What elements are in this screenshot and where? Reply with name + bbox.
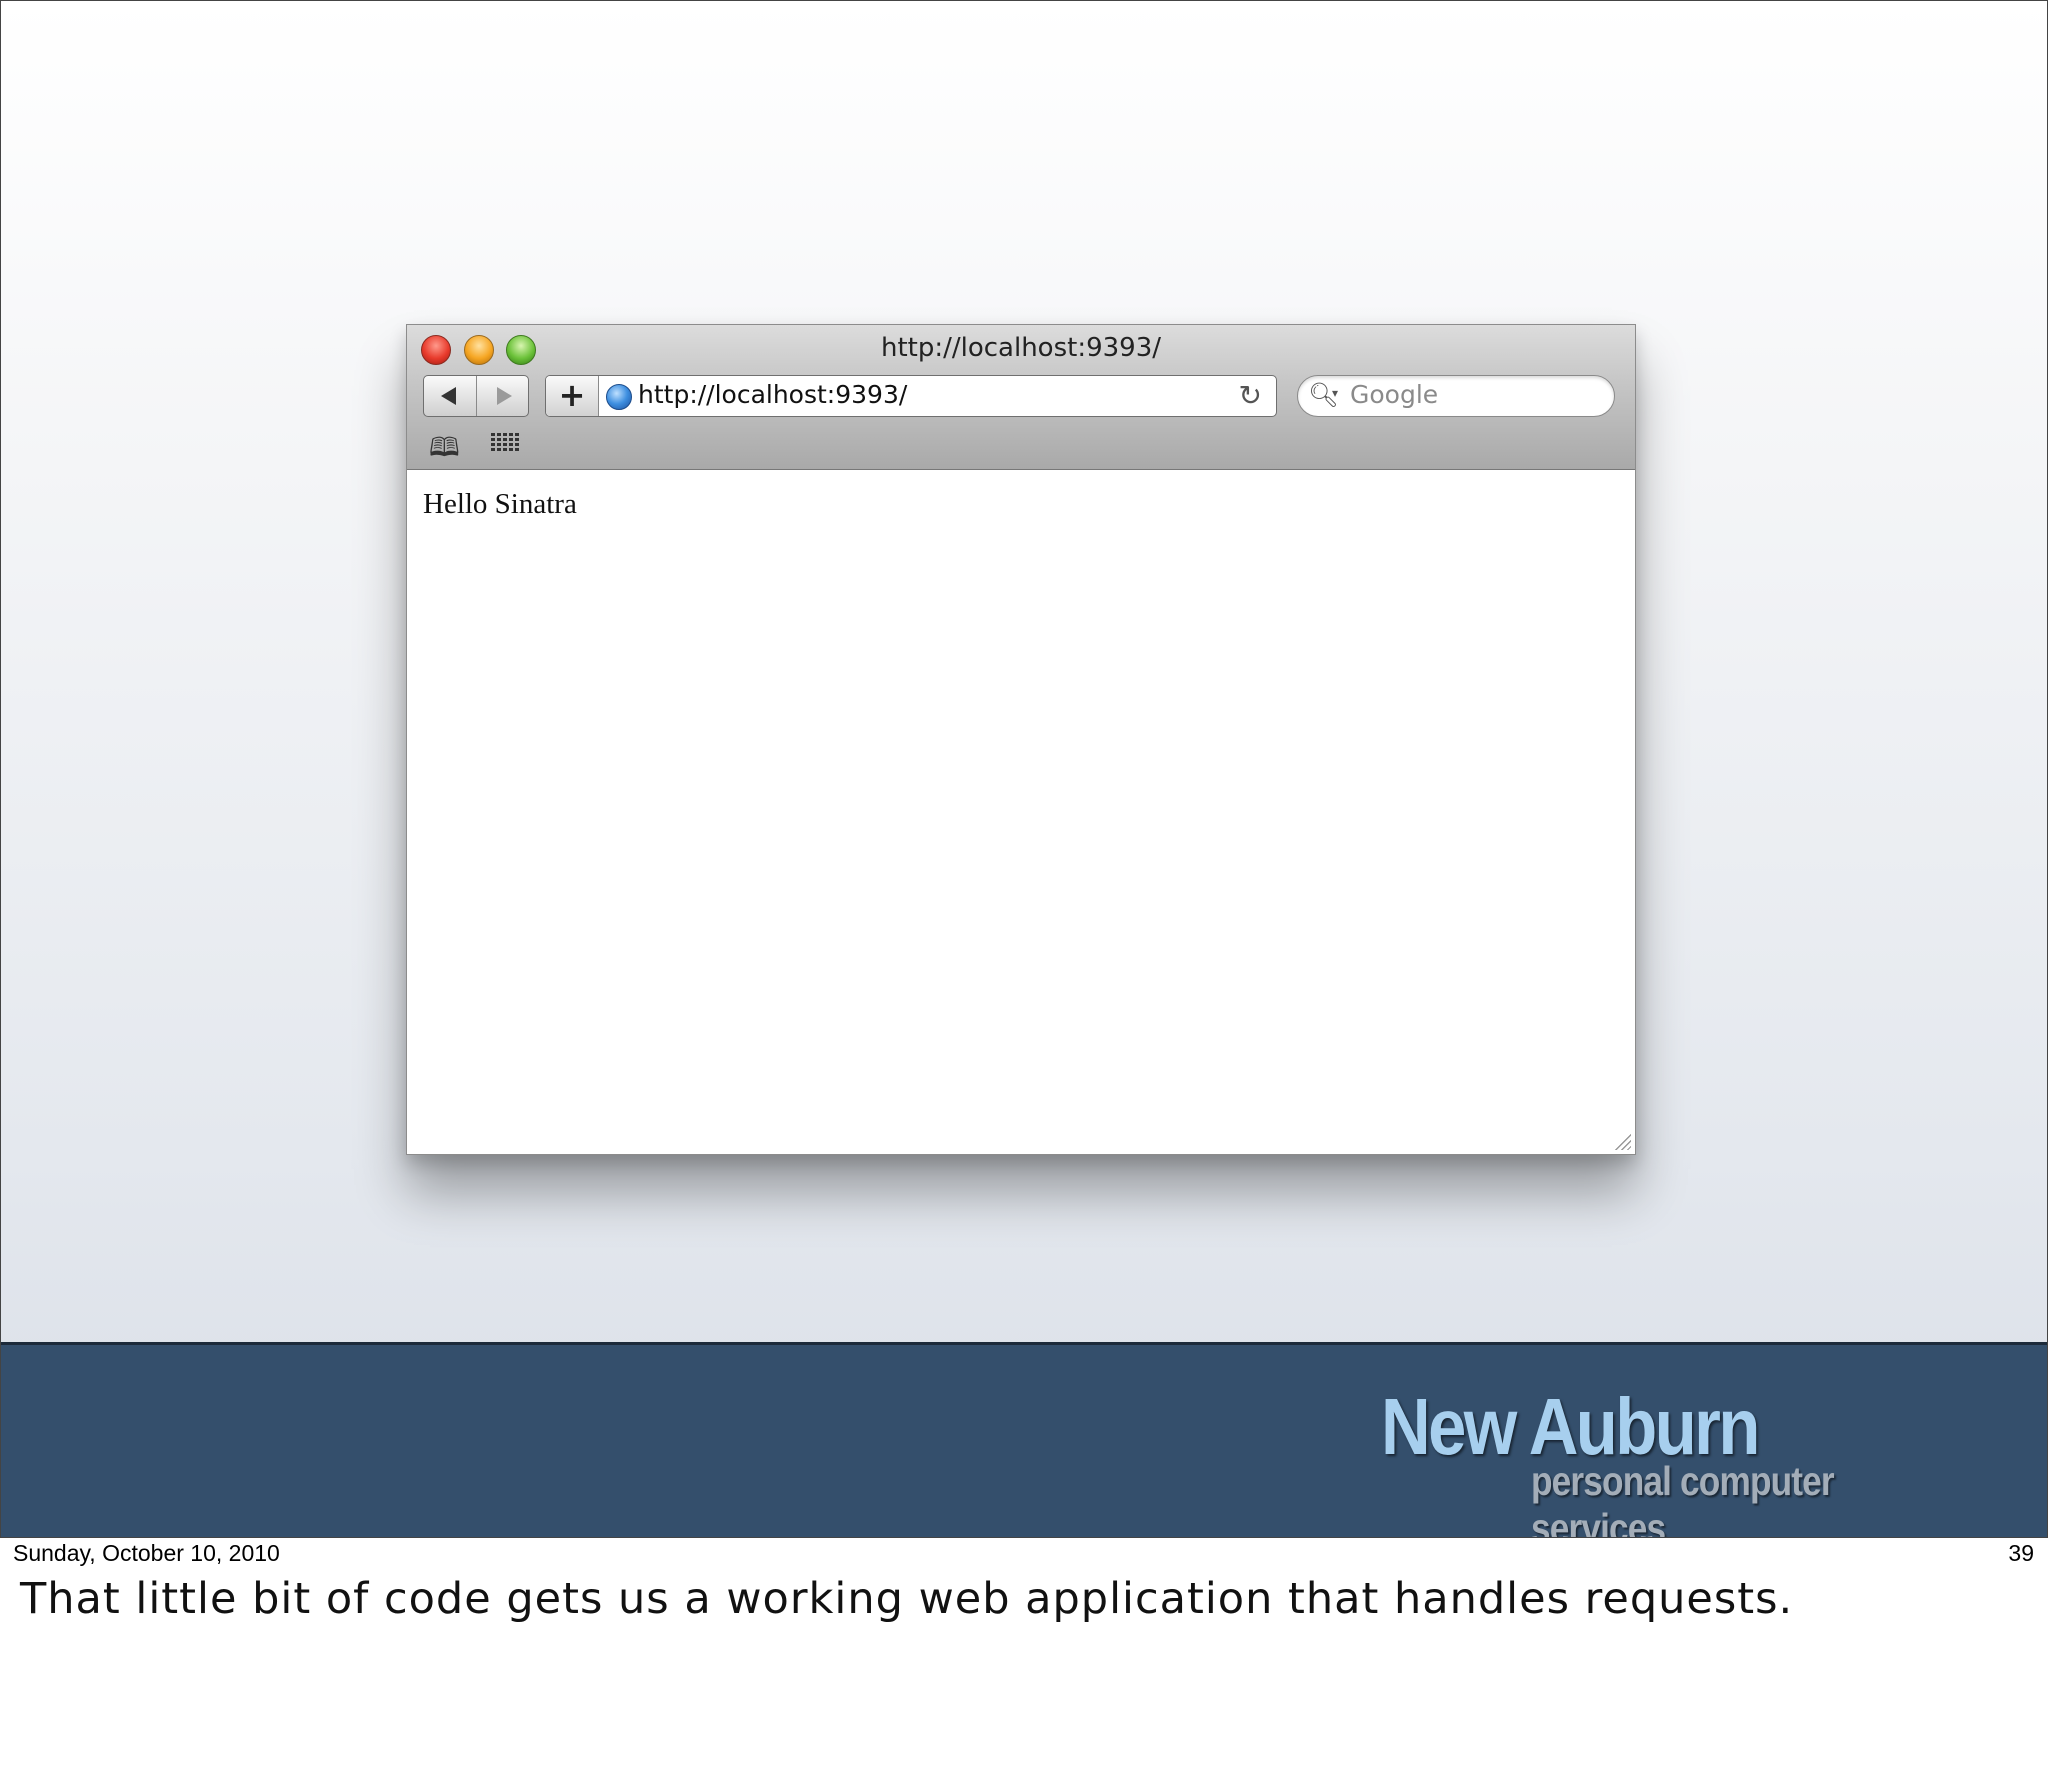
back-icon xyxy=(441,387,456,405)
search-caret-icon: ▾ xyxy=(1332,386,1339,400)
speaker-notes: That little bit of code gets us a workin… xyxy=(20,1574,1794,1624)
forward-icon xyxy=(497,387,512,405)
back-button[interactable] xyxy=(424,376,477,416)
bookmarks-book-icon[interactable]: 🕮︎ xyxy=(429,429,460,473)
page-text: Hello Sinatra xyxy=(423,488,577,520)
browser-toolbar: http://localhost:9393/ + http://localhos… xyxy=(407,325,1635,470)
address-bar[interactable]: + http://localhost:9393/ ↻ xyxy=(545,375,1277,417)
logo-tagline: personal computer services xyxy=(1531,1458,1835,1538)
globe-icon xyxy=(606,384,632,410)
resize-grip-icon[interactable] xyxy=(1613,1132,1631,1150)
top-sites-grid-icon[interactable] xyxy=(491,433,521,453)
nav-buttons xyxy=(423,375,529,417)
reload-icon[interactable]: ↻ xyxy=(1239,379,1262,412)
add-bookmark-button[interactable]: + xyxy=(546,376,599,416)
slide-number: 39 xyxy=(2008,1540,2034,1566)
forward-button[interactable] xyxy=(476,376,528,416)
slide: http://localhost:9393/ + http://localhos… xyxy=(0,0,2048,1538)
window-title: http://localhost:9393/ xyxy=(880,333,1162,363)
page-content-area: Hello Sinatra xyxy=(407,470,1635,1154)
browser-window: http://localhost:9393/ + http://localhos… xyxy=(406,324,1636,1155)
search-placeholder: Google xyxy=(1350,380,1439,409)
search-field[interactable]: 🔍︎ ▾ Google xyxy=(1297,375,1615,417)
slide-date: Sunday, October 10, 2010 xyxy=(13,1540,280,1566)
address-input[interactable]: http://localhost:9393/ xyxy=(638,380,907,409)
footer-band: New Auburn personal computer services xyxy=(1,1342,2047,1538)
